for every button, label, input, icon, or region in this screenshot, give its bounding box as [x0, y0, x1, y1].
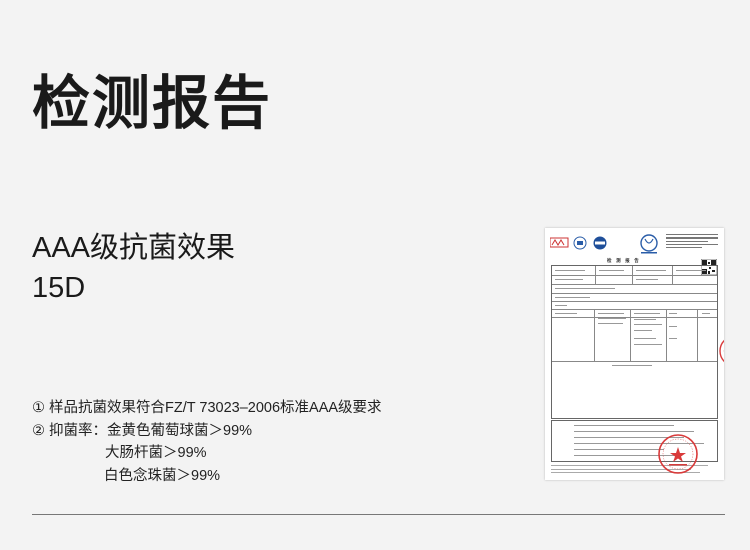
- ilac-mra-logo-icon: [640, 234, 658, 254]
- subtitle-line-2: 15D: [32, 272, 86, 304]
- note-1: ① 样品抗菌效果符合FZ/T 73023–2006标准AAA级要求: [32, 400, 382, 416]
- note-2-item-3: 白色念珠菌＞99%: [104, 467, 221, 484]
- note-2-label: ② 抑菌率：: [32, 422, 108, 439]
- certification-logos: [550, 236, 607, 250]
- subtitle: AAA级抗菌效果 15D: [32, 228, 235, 308]
- bottom-divider: [32, 514, 725, 515]
- report-table: [551, 265, 718, 419]
- test-report-image: 检 测 报 告: [545, 228, 724, 480]
- cnas-text-logo-icon: [593, 236, 607, 250]
- cnas-logo-icon: [573, 236, 587, 250]
- note-2-item-2: 大肠杆菌＞99%: [105, 445, 207, 461]
- note-2: ② 抑菌率：金黄色葡萄球菌＞99%: [32, 420, 382, 443]
- red-seal-stamp-icon: [658, 434, 698, 474]
- page-title: 检测报告: [32, 71, 273, 136]
- red-edge-stamp-icon: [719, 339, 724, 363]
- subtitle-line-1: AAA级抗菌效果: [32, 232, 236, 264]
- cma-logo-icon: [550, 237, 569, 248]
- laboratory-name-lines: [666, 234, 718, 250]
- report-heading: 检 测 报 告: [607, 259, 641, 264]
- note-2-item-1: 金黄色葡萄球菌＞99%: [107, 422, 253, 439]
- test-notes: ① 样品抗菌效果符合FZ/T 73023–2006标准AAA级要求 ② 抑菌率：…: [32, 397, 382, 487]
